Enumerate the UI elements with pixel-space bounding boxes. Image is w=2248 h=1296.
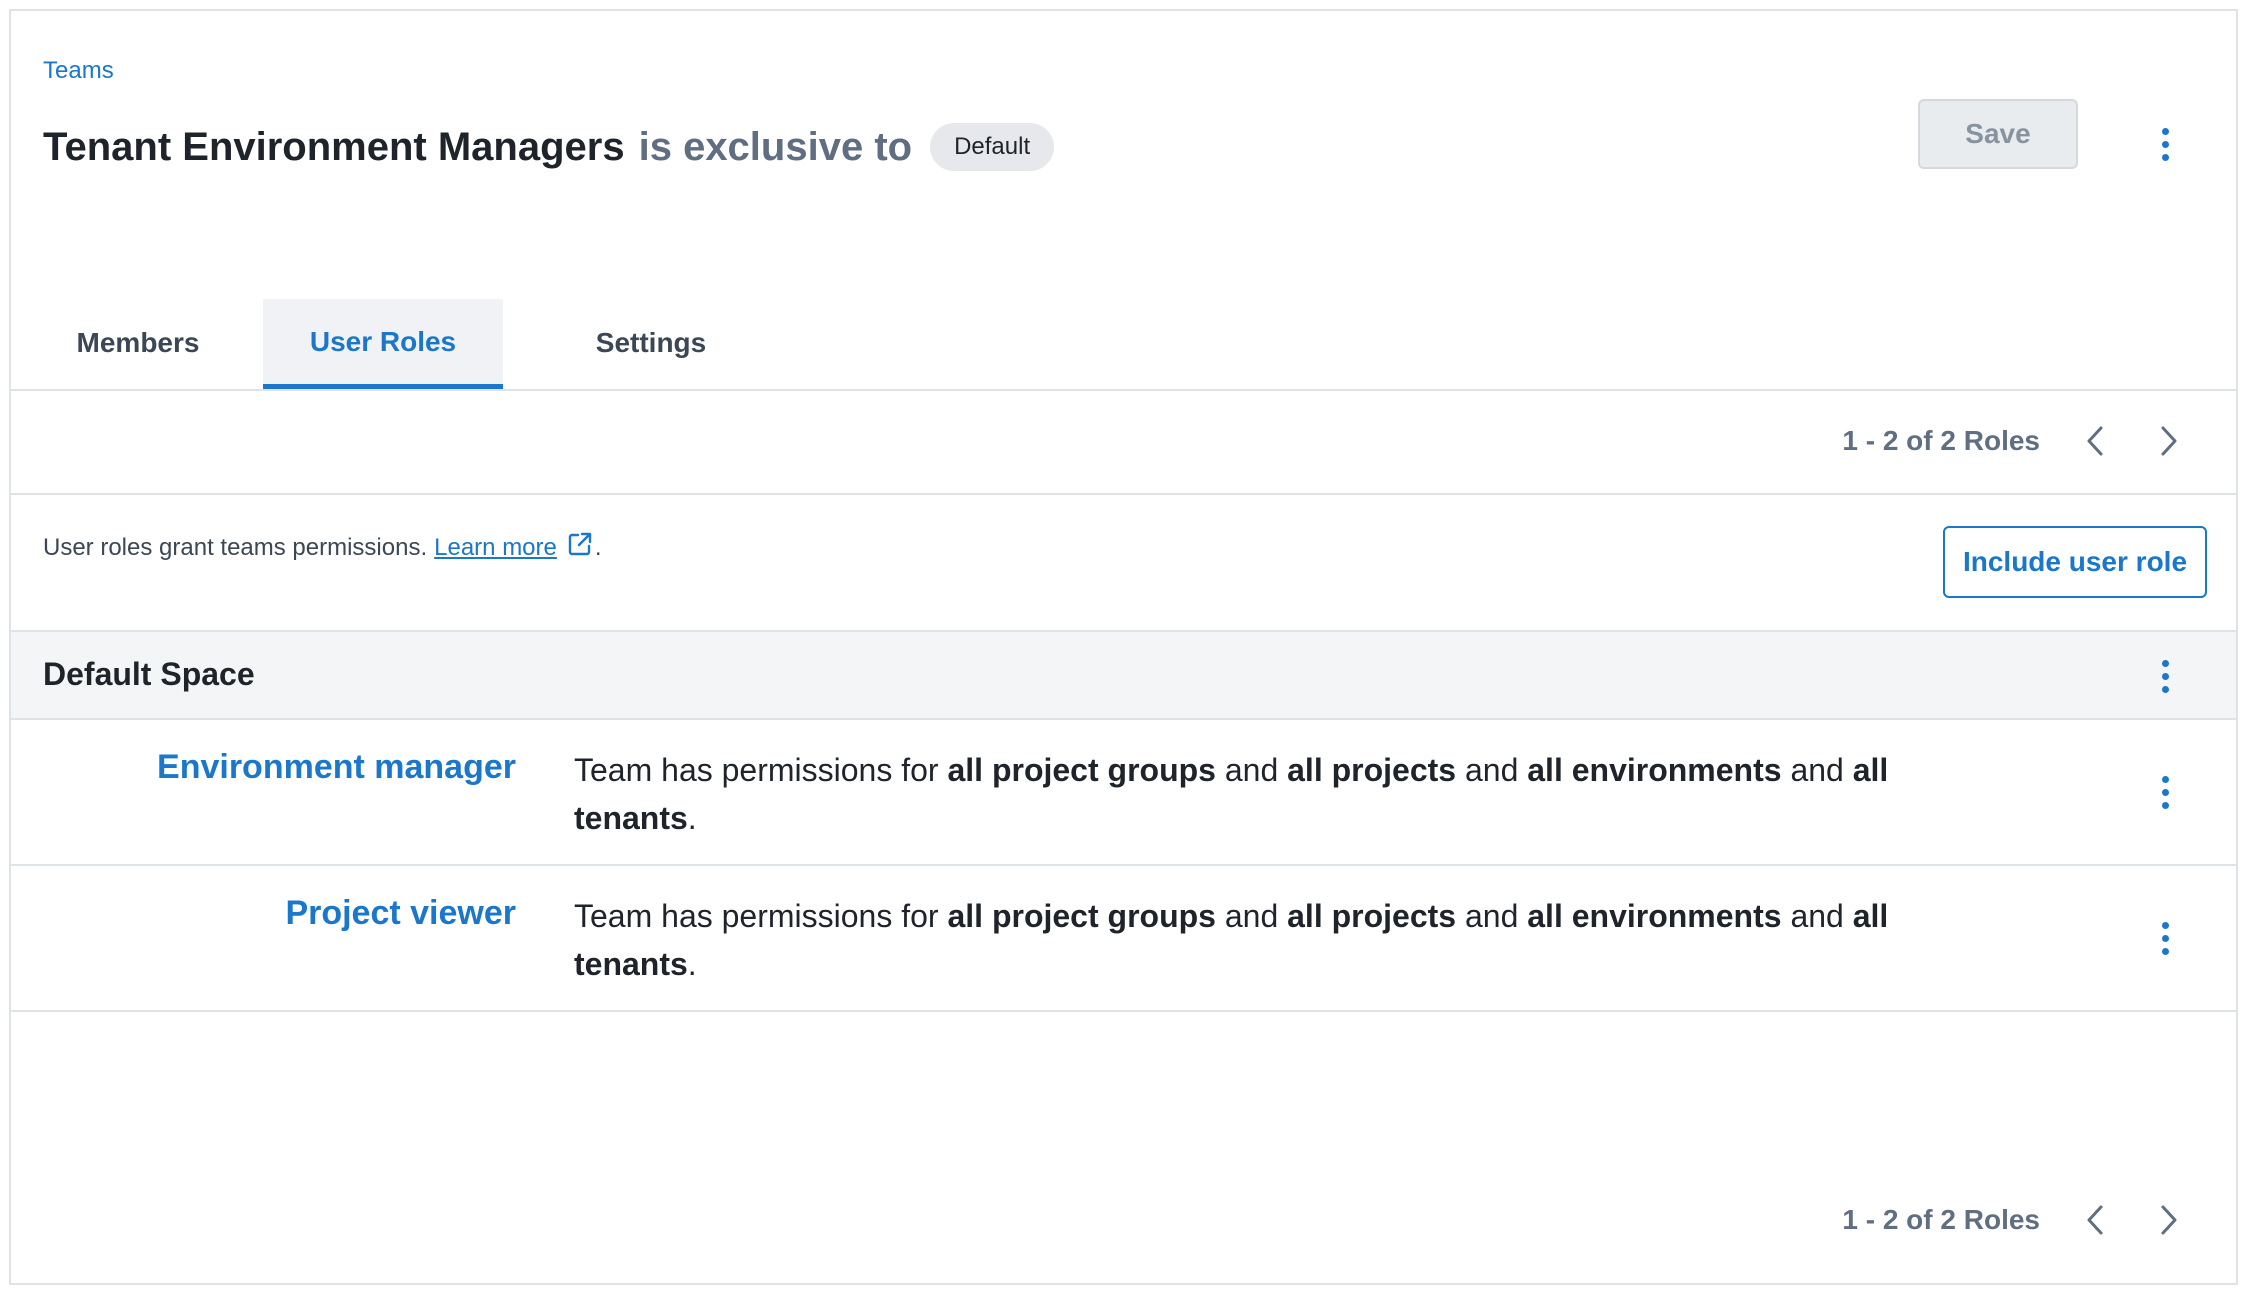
desc-scope: all project groups (947, 752, 1216, 788)
chevron-right-icon[interactable] (2142, 416, 2196, 466)
page-title: Tenant Environment Managers is exclusive… (43, 119, 1055, 175)
role-name-link[interactable]: Environment manager (157, 748, 516, 787)
desc-text: Team has permissions for (574, 898, 939, 934)
chevron-left-icon[interactable] (2068, 416, 2122, 466)
space-more-icon[interactable] (2145, 654, 2185, 698)
role-description: Team has permissions for all project gro… (574, 746, 1964, 842)
chevron-right-icon[interactable] (2142, 1195, 2196, 1245)
desc-scope: all project groups (947, 898, 1216, 934)
desc-text: and (1224, 752, 1279, 788)
tab-bar: Members User Roles Settings (11, 299, 2236, 391)
breadcrumb-teams[interactable]: Teams (43, 57, 114, 85)
space-title: Default Space (43, 656, 255, 692)
table-row: Project viewer Team has permissions for … (11, 866, 2236, 1012)
role-description: Team has permissions for all project gro… (574, 892, 1964, 988)
table-row: Environment manager Team has permissions… (11, 720, 2236, 866)
desc-text: and (1790, 898, 1844, 934)
pagination-bottom: 1 - 2 of 2 Roles (1842, 1195, 2196, 1245)
divider (11, 493, 2236, 495)
intro-period: . (594, 533, 602, 561)
pagination-top: 1 - 2 of 2 Roles (1842, 416, 2196, 466)
desc-text: and (1224, 898, 1279, 934)
desc-scope: all environments (1527, 752, 1782, 788)
intro-description: User roles grant teams permissions. (43, 533, 428, 561)
tab-user-roles[interactable]: User Roles (263, 299, 503, 389)
include-user-role-button[interactable]: Include user role (1943, 526, 2207, 598)
intro-text: User roles grant teams permissions. Lear… (43, 531, 602, 564)
save-button[interactable]: Save (1918, 99, 2078, 169)
tab-members[interactable]: Members (43, 299, 233, 387)
learn-more-link[interactable]: Learn more (434, 534, 557, 562)
pagination-text: 1 - 2 of 2 Roles (1842, 1204, 2040, 1235)
desc-text: and (1464, 898, 1519, 934)
desc-scope: all projects (1287, 752, 1457, 788)
desc-text: . (687, 946, 697, 982)
desc-scope: all environments (1527, 898, 1782, 934)
team-name: Tenant Environment Managers (43, 124, 625, 169)
desc-text: and (1790, 752, 1844, 788)
pagination-text: 1 - 2 of 2 Roles (1842, 425, 2040, 456)
external-link-icon[interactable] (567, 531, 593, 564)
chevron-left-icon[interactable] (2068, 1195, 2122, 1245)
space-header: Default Space (11, 630, 2236, 720)
desc-text: and (1464, 752, 1519, 788)
exclusive-label: is exclusive to (638, 124, 913, 169)
row-more-icon[interactable] (2145, 770, 2185, 814)
role-name-link[interactable]: Project viewer (285, 894, 516, 933)
space-badge: Default (930, 123, 1055, 171)
desc-text: Team has permissions for (574, 752, 939, 788)
header-more-icon[interactable] (2145, 122, 2185, 166)
row-more-icon[interactable] (2145, 916, 2185, 960)
tab-settings[interactable]: Settings (551, 299, 751, 387)
desc-text: . (687, 800, 697, 836)
desc-scope: all projects (1287, 898, 1457, 934)
team-card: Teams Tenant Environment Managers is exc… (9, 9, 2238, 1285)
